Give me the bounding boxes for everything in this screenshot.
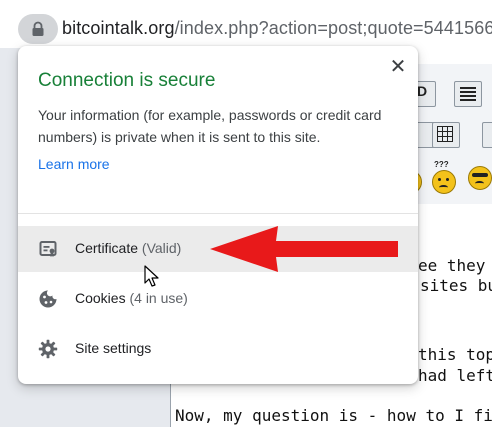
annotation-arrow-icon [210, 226, 398, 272]
mouse-cursor-icon [144, 265, 159, 287]
